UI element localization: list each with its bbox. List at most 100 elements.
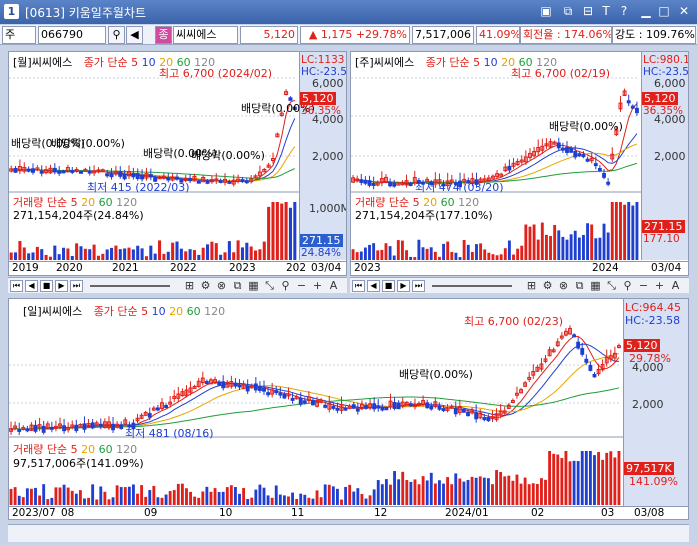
volume-bar <box>91 484 95 505</box>
volume-bar <box>462 481 466 505</box>
volume-bar <box>58 487 62 505</box>
volume-bar <box>446 477 450 505</box>
next-icon[interactable]: ▶ <box>55 280 68 292</box>
volume-bar <box>38 495 42 505</box>
candle <box>147 413 152 418</box>
close-icon[interactable]: ✕ <box>676 4 692 19</box>
zoom-icon[interactable]: ⚲ <box>621 279 634 292</box>
text-icon[interactable]: T <box>598 4 614 19</box>
next-icon[interactable]: ▶ <box>397 280 410 292</box>
maximize-icon[interactable]: □ <box>656 4 672 19</box>
candle <box>441 408 446 412</box>
prev-icon[interactable]: ◀ <box>367 280 380 292</box>
volume-bar <box>487 252 491 260</box>
window-icon[interactable]: ⧉ <box>573 279 586 293</box>
volume-bar <box>495 255 499 260</box>
last-icon[interactable]: ⏭ <box>412 280 425 292</box>
volume-bar <box>458 478 462 505</box>
chart-tool-icon[interactable]: ⊞ <box>183 279 196 292</box>
market-select[interactable]: 주 <box>2 26 36 44</box>
minimize-icon[interactable]: ▁ <box>638 4 654 19</box>
zoom-in-icon[interactable]: + <box>311 279 324 292</box>
zoom-icon[interactable]: ⚲ <box>279 279 292 292</box>
cursor-icon[interactable]: ⤡ <box>263 279 276 293</box>
x-label: 2023/07 <box>12 507 56 519</box>
volume-bar <box>206 244 210 260</box>
speaker-icon[interactable]: ◀ <box>126 26 143 44</box>
volume-bar <box>348 484 352 505</box>
volume-bar <box>111 497 115 505</box>
settings-icon[interactable]: ⚙ <box>541 279 554 292</box>
candle <box>429 405 434 410</box>
grid-icon[interactable]: ▦ <box>247 279 260 292</box>
volume-bar <box>565 239 569 260</box>
zoom-slider[interactable] <box>432 285 512 287</box>
zoom-out-icon[interactable]: − <box>637 279 650 292</box>
search-icon[interactable]: ⚲ <box>108 26 125 44</box>
candle <box>62 425 67 432</box>
text-size-icon[interactable]: A <box>669 279 682 292</box>
volume-bar <box>293 202 297 260</box>
window-title: [0613] 키움일주월차트 <box>25 6 146 20</box>
volume-bar <box>92 244 96 260</box>
volume-bar <box>123 248 127 260</box>
stop-icon[interactable]: ■ <box>382 280 395 292</box>
volume-bar <box>380 249 384 260</box>
volume-bar <box>53 245 57 260</box>
stock-code-input[interactable]: 066790 <box>38 26 106 44</box>
stop-icon[interactable]: ■ <box>40 280 53 292</box>
candle <box>205 180 210 184</box>
zoom-slider[interactable] <box>90 285 170 287</box>
zoom-out-icon[interactable]: − <box>295 279 308 292</box>
candle <box>57 170 62 174</box>
window-icon[interactable]: ⧉ <box>231 279 244 293</box>
volume-bar <box>275 202 279 260</box>
volume-bar <box>392 255 396 260</box>
volume-bar <box>278 494 282 505</box>
candle <box>359 179 364 183</box>
volume-bar <box>149 245 153 260</box>
candle <box>408 403 413 407</box>
link-icon[interactable]: ▣ <box>538 4 554 19</box>
monthly-chart-canvas[interactable] <box>9 52 347 276</box>
monthly-chart-pane[interactable]: [월]씨씨에스 종가 단순 5 10 20 60 120 LC:1133 HC:… <box>8 51 347 276</box>
last-icon[interactable]: ⏭ <box>70 280 83 292</box>
first-icon[interactable]: ⏮ <box>10 280 23 292</box>
volume-bar <box>535 483 539 505</box>
volume-bar <box>266 495 270 505</box>
copy-icon[interactable]: ⧉ <box>560 4 576 19</box>
indicator-icon[interactable]: ⊗ <box>215 279 228 292</box>
volume-bar <box>17 495 21 505</box>
candle <box>597 167 602 171</box>
daily-chart-canvas[interactable] <box>9 299 689 520</box>
chart-tool-icon[interactable]: ⊞ <box>525 279 538 292</box>
volume-bar <box>593 455 596 505</box>
volume-bar <box>359 251 363 260</box>
prev-icon[interactable]: ◀ <box>25 280 38 292</box>
weekly-chart-canvas[interactable] <box>351 52 689 276</box>
volume-bar <box>397 479 401 505</box>
settings-icon[interactable]: ⚙ <box>199 279 212 292</box>
daily-chart-pane[interactable]: [일]씨씨에스 종가 단순 5 10 20 60 120 LC:964.45 H… <box>8 298 689 520</box>
volume-bar <box>400 240 404 260</box>
volume-bar <box>594 238 598 260</box>
indicator-icon[interactable]: ⊗ <box>557 279 570 292</box>
volume-bar <box>46 499 50 505</box>
weekly-high-note: 최고 6,700 (02/19) <box>511 67 611 80</box>
layout-icon[interactable]: ⊟ <box>580 4 596 19</box>
grid-icon[interactable]: ▦ <box>589 279 602 292</box>
volume-bar <box>127 486 131 505</box>
candle <box>437 405 442 410</box>
volume-bar <box>454 473 458 505</box>
first-icon[interactable]: ⏮ <box>352 280 365 292</box>
volume-bar <box>123 487 127 505</box>
zoom-in-icon[interactable]: + <box>653 279 666 292</box>
volume-bar <box>577 237 581 260</box>
candle <box>507 165 512 171</box>
text-size-icon[interactable]: A <box>327 279 340 292</box>
weekly-chart-pane[interactable]: [주]씨씨에스 종가 단순 5 10 20 60 120 LC:980.1 HC… <box>350 51 689 276</box>
help-icon[interactable]: ? <box>616 4 632 19</box>
volume-bar <box>486 478 490 505</box>
cursor-icon[interactable]: ⤡ <box>605 279 618 293</box>
weekly-vol-box: 271.15 <box>642 220 685 233</box>
